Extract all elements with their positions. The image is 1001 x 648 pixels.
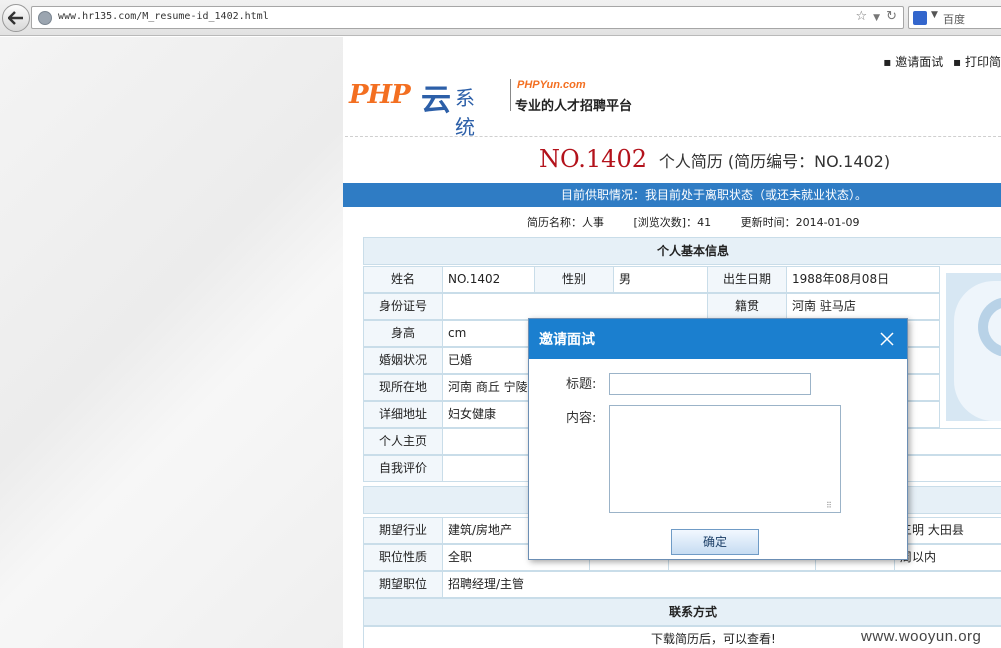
- city-value: 三明 大田县: [894, 517, 1001, 544]
- resize-grip-icon[interactable]: ⠿: [826, 501, 832, 510]
- close-icon[interactable]: [879, 331, 895, 347]
- baidu-paw-icon[interactable]: [913, 11, 927, 25]
- native-value: 河南 驻马店: [786, 293, 940, 320]
- birth-value: 1988年08月08日: [786, 266, 940, 293]
- name-value: NO.1402: [442, 266, 535, 293]
- title-field-label: 标题:: [566, 377, 597, 392]
- back-arrow-icon: [8, 11, 23, 25]
- print-resume-link-label: 打印简: [964, 55, 1001, 69]
- gender-label: 性别: [534, 266, 614, 293]
- position-value: 招聘经理/主管: [442, 571, 1001, 598]
- resume-meta: 简历名称：人事 [浏览次数]：41 更新时间：2014-01-09: [527, 214, 886, 230]
- search-box[interactable]: ▼ 百度: [908, 6, 1001, 29]
- search-engine-label: 百度: [943, 13, 965, 26]
- dialog-header: 邀请面试: [529, 319, 907, 359]
- dropdown-arrow-icon[interactable]: ▼: [873, 9, 880, 27]
- id-label: 身份证号: [363, 293, 443, 320]
- watermark: www.wooyun.org: [861, 628, 982, 645]
- browser-toolbar: www.hr135.com/M_resume-id_1402.html ☆ ▼ …: [0, 0, 1001, 36]
- logo-slogan: 专业的人才招聘平台: [515, 99, 633, 114]
- homepage-label: 个人主页: [363, 428, 443, 455]
- basic-info-header: 个人基本信息: [363, 237, 1001, 265]
- industry-label: 期望行业: [363, 517, 443, 544]
- logo-cloud: 云: [421, 83, 451, 118]
- arrival-value: 周以内: [894, 544, 1001, 571]
- confirm-button[interactable]: 确定: [671, 529, 759, 555]
- resume-number: NO.1402: [539, 145, 647, 173]
- address-bar-tools: ☆ ▼ ↻: [856, 9, 897, 27]
- contact-header: 联系方式: [363, 598, 1001, 626]
- print-resume-link[interactable]: ▪ 打印简: [953, 55, 1001, 69]
- location-label: 现所在地: [363, 374, 443, 401]
- url-text[interactable]: www.hr135.com/M_resume-id_1402.html: [58, 11, 269, 22]
- page-background-left: [0, 37, 343, 648]
- invite-interview-link-label: 邀请面试: [895, 55, 944, 69]
- view-count: [浏览次数]：41: [633, 216, 712, 229]
- logo-divider: [510, 79, 511, 111]
- title-input[interactable]: [609, 373, 811, 395]
- content-textarea[interactable]: [609, 405, 841, 513]
- content-field-label: 内容:: [566, 411, 597, 426]
- address-label: 详细地址: [363, 401, 443, 428]
- globe-icon: [38, 11, 52, 25]
- native-label: 籍贯: [707, 293, 787, 320]
- reload-icon[interactable]: ↻: [886, 9, 897, 27]
- resume-title: NO.1402 个人简历 (简历编号：NO.1402): [539, 145, 890, 173]
- birth-label: 出生日期: [707, 266, 787, 293]
- invite-interview-dialog: 邀请面试 标题: 内容: ⠿ 确定: [528, 318, 908, 560]
- header-divider: [345, 136, 1001, 137]
- back-button[interactable]: [2, 4, 30, 32]
- position-label: 期望职位: [363, 571, 443, 598]
- job-type-label: 职位性质: [363, 544, 443, 571]
- logo-domain: PHPYun.com: [517, 79, 586, 91]
- updated-time: 更新时间：2014-01-09: [740, 216, 860, 229]
- browser-window: www.hr135.com/M_resume-id_1402.html ☆ ▼ …: [0, 0, 1001, 648]
- logo-php: PHP: [349, 80, 411, 110]
- dialog-title: 邀请面试: [539, 332, 595, 348]
- invite-interview-link[interactable]: ▪ 邀请面试: [883, 55, 943, 69]
- photo-placeholder: [946, 273, 1001, 421]
- address-bar[interactable]: www.hr135.com/M_resume-id_1402.html ☆ ▼ …: [31, 6, 904, 29]
- gender-value: 男: [613, 266, 708, 293]
- marital-label: 婚姻状况: [363, 347, 443, 374]
- id-value: [442, 293, 708, 320]
- height-label: 身高: [363, 320, 443, 347]
- bookmark-star-icon[interactable]: ☆: [856, 9, 868, 27]
- engine-dropdown-icon[interactable]: ▼: [931, 10, 938, 20]
- employment-status-banner: 目前供职情况：我目前处于离职状态（或还未就业状态）。: [343, 183, 1001, 207]
- logo-system: 系统: [455, 86, 475, 139]
- resume-subtitle: 个人简历 (简历编号：NO.1402): [658, 152, 891, 171]
- self-eval-label: 自我评价: [363, 455, 443, 482]
- name-label: 姓名: [363, 266, 443, 293]
- top-links: ▪ 邀请面试 ▪ 打印简: [877, 53, 1001, 70]
- resume-name: 简历名称：人事: [527, 216, 604, 229]
